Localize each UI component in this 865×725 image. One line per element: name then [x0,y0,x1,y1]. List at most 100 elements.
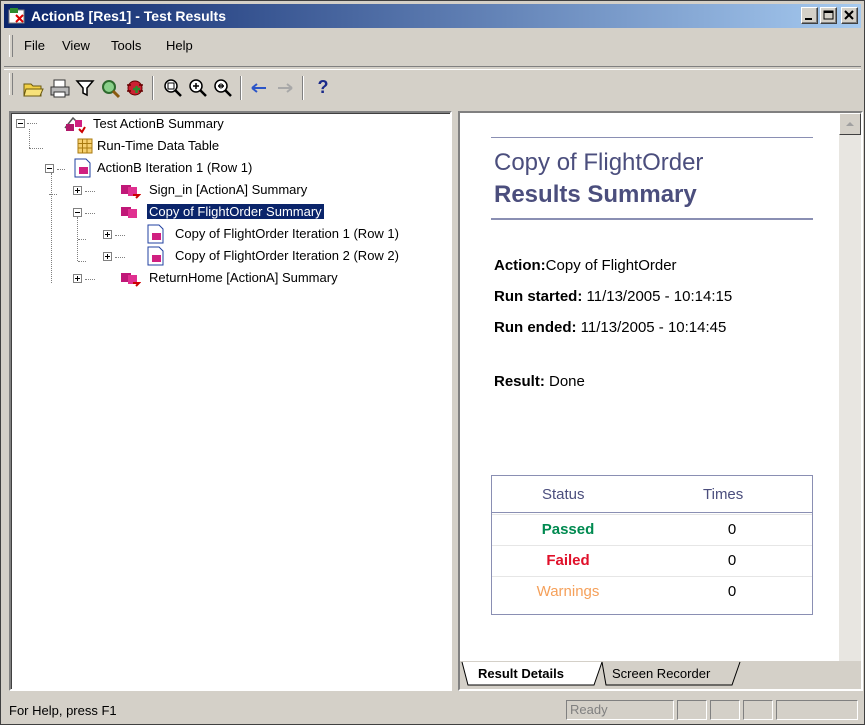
expand-toggle[interactable] [103,230,112,239]
menu-view[interactable]: View [62,38,90,53]
back-icon[interactable] [248,77,270,99]
tree-item-returnhome-summary[interactable]: ReturnHome [ActionA] Summary [11,267,431,289]
toolbar: ? [4,66,861,106]
tree-item-test-summary[interactable]: Test ActionB Summary [11,113,411,135]
times-column-header: Times [703,486,744,503]
status-row-passed: Passed 0 [492,514,812,545]
result-value: Done [544,373,585,390]
tree-item-label: Copy of FlightOrder Summary [146,203,325,220]
action-value: Copy of FlightOrder [545,257,677,274]
tree-item-signin-summary[interactable]: Sign_in [ActionA] Summary [11,179,431,201]
tree-item-label: Copy of FlightOrder Iteration 2 (Row 2) [175,248,399,263]
toolbar-separator [240,76,242,100]
status-column-header: Status [542,486,585,503]
collapse-toggle[interactable] [45,164,54,173]
data-table-icon [77,138,93,157]
view-tabs: Result Details Screen Recorder [460,661,861,689]
run-started-line: Run started: 11/13/2005 - 10:14:15 [494,288,732,305]
summary-title-line1: Copy of FlightOrder [494,149,704,176]
tree-connector [115,257,125,258]
tree-item-flightorder-summary[interactable]: Copy of FlightOrder Summary [11,201,431,223]
open-icon[interactable] [22,77,44,99]
tab-result-details-label: Result Details [478,666,564,681]
forward-icon[interactable] [274,77,296,99]
status-panel [743,700,773,720]
tab-screen-recorder[interactable]: Screen Recorder [606,661,736,685]
menu-help[interactable]: Help [166,38,193,53]
status-passed-label: Passed [541,521,595,538]
status-failed-times: 0 [727,552,737,569]
expand-toggle[interactable] [73,186,82,195]
tree-item-actionb-iteration[interactable]: ActionB Iteration 1 (Row 1) [11,157,411,179]
maximize-button[interactable] [820,7,837,24]
toolbar-grip[interactable] [9,73,13,95]
action-icon [119,269,142,290]
scroll-up-button[interactable] [839,113,861,135]
tree-item-label: ActionB Iteration 1 (Row 1) [97,160,253,175]
expand-toggle[interactable] [103,252,112,261]
run-started-value: 11/13/2005 - 10:14:15 [582,288,733,305]
result-label: Result: [494,373,545,390]
tree-connector [85,279,95,280]
tab-screen-recorder-label: Screen Recorder [612,666,711,681]
result-details-pane: Copy of FlightOrder Results Summary Acti… [458,111,863,691]
divider [491,218,813,220]
help-hint: For Help, press F1 [9,703,117,718]
filter-icon[interactable] [74,77,96,99]
minimize-button[interactable] [801,7,818,24]
summary-title-line2: Results Summary [494,181,697,208]
title-bar[interactable]: ActionB [Res1] - Test Results [4,4,861,28]
vertical-scrollbar[interactable] [839,113,861,689]
zoom-icon[interactable] [162,77,184,99]
menu-bar: File View Tools Help [4,31,861,61]
status-warnings-times: 0 [727,583,737,600]
status-warnings-label: Warnings [536,583,600,600]
tree-item-label: Sign_in [ActionA] Summary [149,182,308,197]
run-ended-line: Run ended: 11/13/2005 - 10:14:45 [494,319,726,336]
help-icon[interactable]: ? [312,77,334,99]
collapse-toggle[interactable] [16,119,25,128]
zoom-out-icon[interactable] [212,77,234,99]
tree-connector [27,123,37,124]
tree-connector [57,169,65,170]
result-line: Result: Done [494,373,585,390]
action-label: Action: [494,257,546,274]
zoom-in-icon[interactable] [187,77,209,99]
iteration-icon [146,224,166,247]
run-ended-label: Run ended: [494,319,577,336]
tree-item-flightorder-iteration-2[interactable]: Copy of FlightOrder Iteration 2 (Row 2) [11,245,450,269]
expand-toggle[interactable] [73,274,82,283]
tree-item-label: Run-Time Data Table [97,138,220,153]
menu-tools[interactable]: Tools [111,38,141,53]
tree-item-label: Copy of FlightOrder Iteration 1 (Row 1) [175,226,399,241]
action-icon [119,181,142,202]
divider [491,137,813,138]
print-icon[interactable] [49,77,71,99]
tree-connector [85,191,95,192]
toolbar-separator [152,76,154,100]
maximize-icon [823,10,834,20]
tree-item-label: Test ActionB Summary [93,116,224,131]
close-button[interactable] [841,7,858,24]
status-panel [776,700,858,720]
status-failed-label: Failed [546,552,590,569]
menu-grip[interactable] [9,35,13,57]
tree-item-data-table[interactable]: Run-Time Data Table [11,135,411,157]
collapse-toggle[interactable] [73,208,82,217]
find-icon[interactable] [99,77,121,99]
menu-file[interactable]: File [24,38,45,53]
tree-item-flightorder-iteration-1[interactable]: Copy of FlightOrder Iteration 1 (Row 1) [11,223,450,247]
tab-result-details[interactable]: Result Details [470,661,600,685]
tree-connector [115,235,125,236]
ready-text: Ready [570,702,608,717]
bug-icon[interactable] [124,77,146,99]
action-icon [119,203,141,224]
test-results-window: ActionB [Res1] - Test Results File View … [0,0,865,725]
results-tree[interactable]: Test ActionB Summary Run-Time Data Table… [9,111,452,691]
iteration-icon [73,158,93,181]
status-bar: For Help, press F1 Ready [4,698,861,722]
status-panel [710,700,740,720]
tree-item-label: ReturnHome [ActionA] Summary [149,270,338,285]
iteration-icon [146,246,166,269]
test-results-app-icon[interactable] [8,7,26,25]
